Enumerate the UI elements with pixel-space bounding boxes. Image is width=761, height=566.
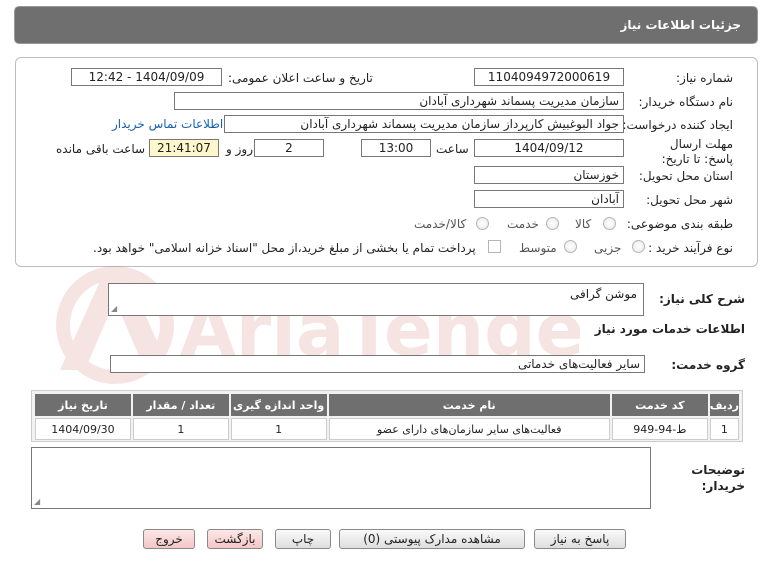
remaining-label: ساعت باقی مانده [56,142,146,156]
category-radio-both[interactable] [476,217,489,230]
category-option-both: کالا/خدمت [414,217,467,231]
city-label: شهر محل تحویل: [646,193,733,207]
days-label: روز و [226,142,253,156]
back-button[interactable]: بازگشت [207,529,263,549]
services-section-title: اطلاعات خدمات مورد نیاز [594,322,745,336]
deadline-label: مهلت ارسال پاسخ: تا تاریخ: [661,137,733,166]
col-row: ردیف [709,394,739,416]
province-field: خوزستان [474,166,624,184]
summary-box: موشن گرافی ◢ [108,283,644,316]
purchase-option-medium: متوسط [519,241,557,255]
table-row: 1 ط-94-949 فعالیت‌های سایر سازمان‌های دا… [35,418,739,440]
category-label: طبقه بندی موضوعی: [626,217,733,231]
cell-quantity: 1 [132,418,229,440]
reply-button[interactable]: پاسخ به نیاز [534,529,626,549]
buyer-contact-link[interactable]: اطلاعات تماس خریدار [112,117,223,131]
cell-need-date: 1404/09/30 [35,418,131,440]
payment-note: پرداخت تمام یا بخشی از مبلغ خرید،از محل … [93,241,476,255]
summary-text: موشن گرافی [569,287,637,301]
need-number-label: شماره نیاز: [676,71,733,85]
deadline-time-field: 13:00 [361,139,431,157]
cell-unit: 1 [230,418,327,440]
attachments-button[interactable]: مشاهده مدارک پیوستی (0) [339,529,525,549]
announce-field: 1404/09/09 - 12:42 [71,68,222,86]
buyer-org-label: نام دستگاه خریدار: [638,95,734,109]
buyer-notes-textarea[interactable]: ◢ [31,447,651,509]
resize-handle-icon[interactable]: ◢ [34,497,40,506]
category-radio-goods[interactable] [603,217,616,230]
services-table: ردیف کد خدمت نام خدمت واحد اندازه گیری ت… [31,390,743,442]
cell-service-name: فعالیت‌های سایر سازمان‌های دارای عضو [328,418,610,440]
announce-label: تاریخ و ساعت اعلان عمومی: [228,71,373,85]
service-group-field: سایر فعالیت‌های خدماتی [110,355,645,373]
buyer-org-field: سازمان مدیریت پسماند شهرداری آبادان [174,92,624,110]
col-service-code: کد خدمت [611,394,708,416]
creator-label: ایجاد کننده درخواست: [622,118,733,132]
resize-handle-icon[interactable]: ◢ [111,304,117,313]
col-service-name: نام خدمت [328,394,610,416]
col-quantity: تعداد / مقدار [132,394,229,416]
category-radio-service[interactable] [546,217,559,230]
remaining-time-field: 21:41:07 [149,139,219,157]
purchase-option-minor: جزیی [594,241,622,255]
print-button[interactable]: چاپ [275,529,331,549]
purchase-type-label: نوع فرآیند خرید : [648,241,733,255]
category-option-goods: کالا [575,217,592,231]
need-number-field: 1104094972000619 [474,68,624,86]
col-unit: واحد اندازه گیری [230,394,327,416]
days-field: 2 [254,139,324,157]
creator-field: جواد البوغبیش کارپرداز سازمان مدیریت پسم… [224,115,624,133]
summary-label: شرح کلی نیاز: [659,292,745,306]
buyer-notes-label: توضیحات خریدار: [691,463,745,493]
cell-service-code: ط-94-949 [611,418,708,440]
service-group-label: گروه خدمت: [671,358,745,372]
purchase-radio-medium[interactable] [564,240,577,253]
page-title: جزئیات اطلاعات نیاز [14,6,758,44]
purchase-radio-minor[interactable] [632,240,645,253]
cell-row: 1 [709,418,739,440]
city-field: آبادان [474,190,624,208]
deadline-date-field: 1404/09/12 [474,139,624,157]
time-label: ساعت [436,142,469,156]
treasury-checkbox[interactable] [488,240,501,253]
col-need-date: تاریخ نیاز [35,394,131,416]
category-option-service: خدمت [507,217,539,231]
province-label: استان محل تحویل: [638,169,733,183]
exit-button[interactable]: خروج [143,529,195,549]
